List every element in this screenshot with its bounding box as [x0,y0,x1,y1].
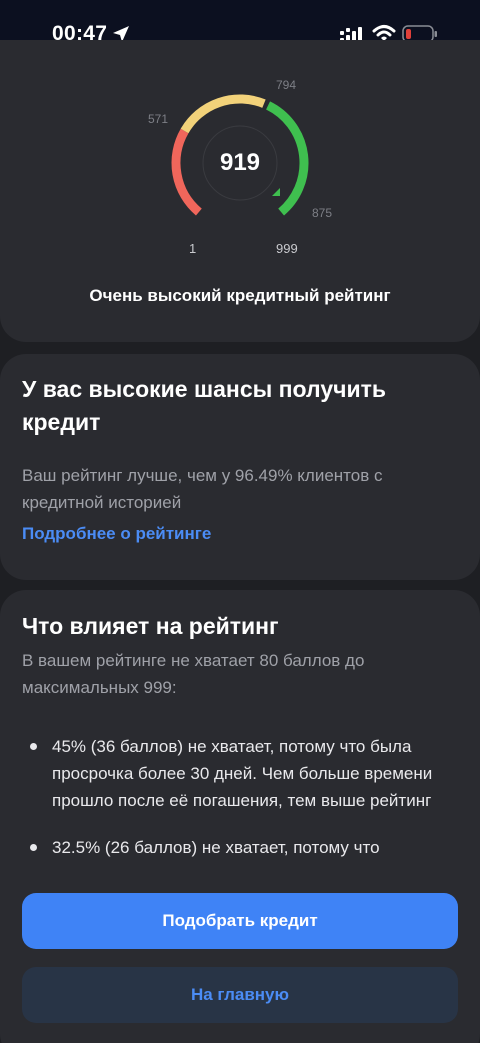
rating-details-link[interactable]: Подробнее о рейтинге [22,524,211,544]
find-credit-button[interactable]: Подобрать кредит [22,893,458,949]
chances-title: У вас высокие шансы получить кредит [22,376,387,435]
factors-text: В вашем рейтинге не хватает 80 баллов до… [22,651,365,697]
chances-text: Ваш рейтинг лучше, чем у 96.49% клиентов… [22,466,383,512]
score-marker [272,188,280,196]
threshold-label: 875 [312,206,333,220]
score-caption: Очень высокий кредитный рейтинг [89,286,391,305]
factors-title: Что влияет на рейтинг [22,613,279,639]
scale-min-label: 1 [189,241,197,256]
threshold-label: 794 [276,78,297,92]
score-value: 919 [219,149,261,176]
list-item: 32.5% (26 баллов) не хватает, потому что [22,834,462,861]
gauge-segment-mid [180,94,266,134]
factors-list: 45% (36 баллов) не хватает, потому что б… [22,733,462,881]
scale-max-label: 999 [276,241,298,256]
threshold-label: 571 [148,112,169,126]
home-button[interactable]: На главную [22,967,458,1023]
list-item: 45% (36 баллов) не хватает, потому что б… [22,733,462,814]
